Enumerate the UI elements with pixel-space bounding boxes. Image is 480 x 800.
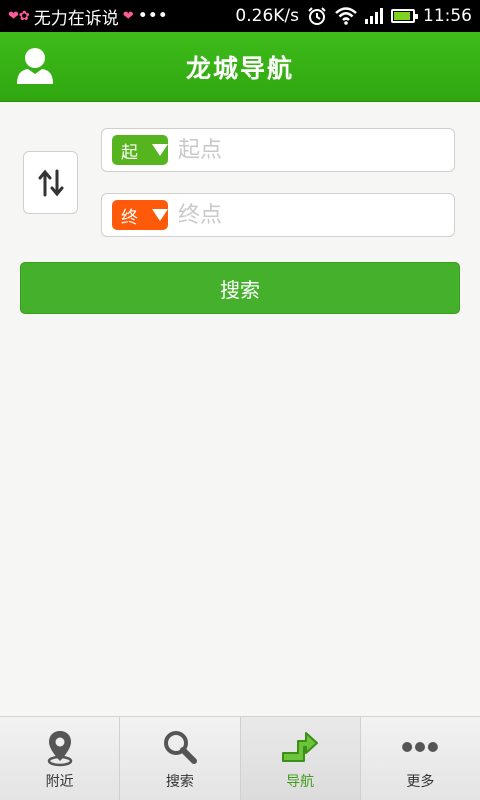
status-carrier-text: 无力在诉说 [33,8,119,29]
end-tag-label: 终 [121,207,138,228]
location-pin-icon [47,730,72,766]
swap-arrows-icon [38,169,63,196]
battery-icon [391,9,418,23]
tab-nearby[interactable]: 附近 [0,717,121,800]
tab-label: 更多 [406,773,435,790]
alarm-icon [308,7,326,25]
network-speed: 0.26K/s [235,6,299,26]
dropdown-arrow-icon [152,144,168,156]
route-arrow-icon [282,731,319,762]
hearts-icon: ❤✿ [8,8,30,24]
tab-label: 导航 [286,773,315,790]
start-input[interactable] [178,137,452,163]
wifi-icon [335,7,357,25]
tab-label: 附近 [45,773,74,790]
end-field[interactable]: 终 [101,193,455,237]
tab-more[interactable]: 更多 [361,717,480,800]
search-button[interactable]: 搜索 [20,262,460,314]
tab-label: 搜索 [165,773,194,790]
start-field[interactable]: 起 [101,128,455,172]
page-title: 龙城导航 [185,53,294,83]
tab-navigation[interactable]: 导航 [240,717,361,800]
start-tag-label: 起 [121,142,138,163]
status-time: 11:56 [423,6,472,26]
tab-search[interactable]: 搜索 [120,717,241,800]
dropdown-arrow-icon [152,209,168,221]
status-bar: ❤✿ 无力在诉说 ❤ ••• 0.26K/s 11:56 [0,0,480,32]
title-bar: 龙城导航 [0,32,480,102]
end-type-dropdown[interactable]: 终 [112,200,168,230]
signal-icon [365,8,383,24]
status-dots: ••• [137,6,168,26]
search-icon [163,730,197,764]
more-dots-icon [402,741,439,752]
heart-icon: ❤ [122,8,134,24]
end-input[interactable] [178,202,452,228]
user-icon[interactable] [14,46,56,86]
start-type-dropdown[interactable]: 起 [112,135,168,165]
swap-button[interactable] [23,151,78,214]
bottom-tab-bar: 附近 搜索 导航 更多 [0,716,480,800]
